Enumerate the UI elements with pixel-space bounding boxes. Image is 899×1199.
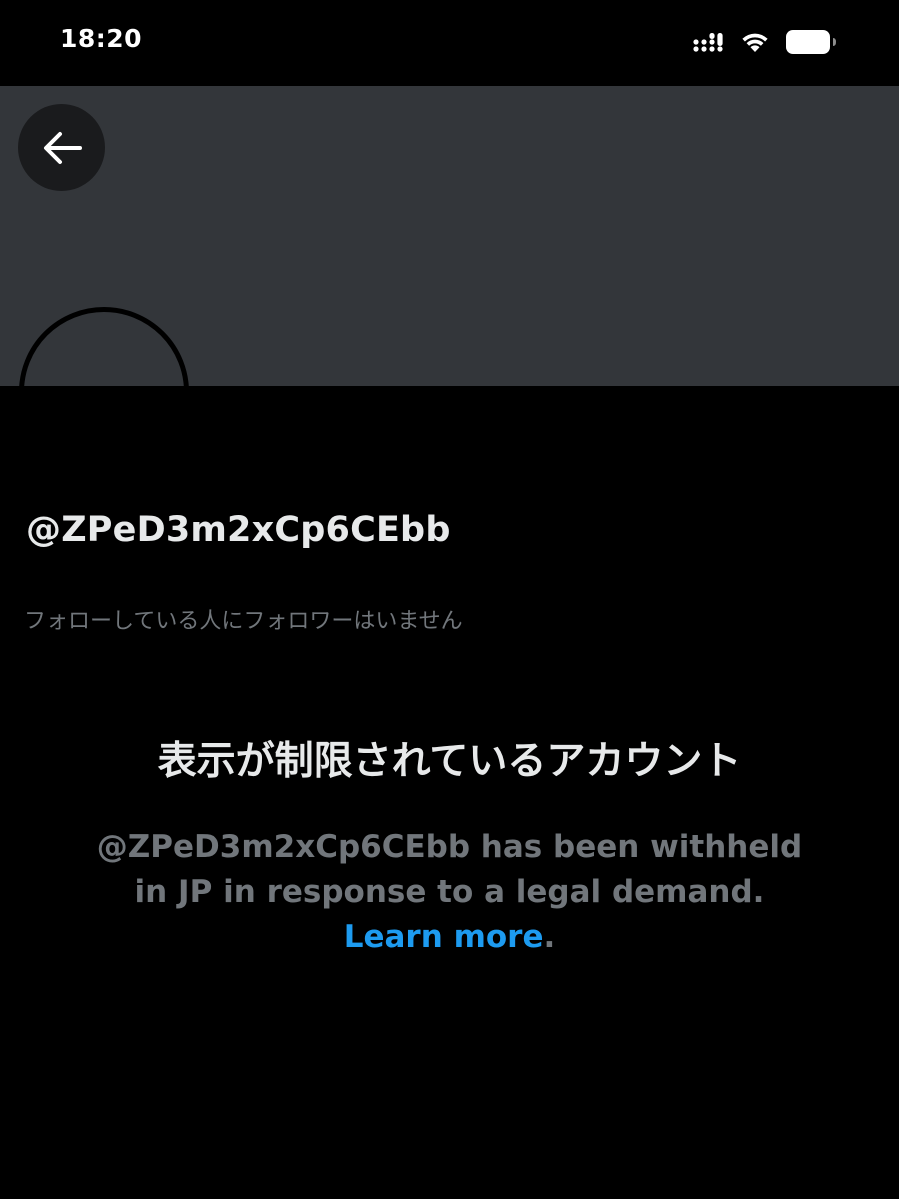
withheld-message-text: @ZPeD3m2xCp6CEbb has been withheld in JP… xyxy=(96,829,803,910)
profile-banner xyxy=(0,86,899,386)
follow-note: フォローしている人にフォロワーはいません xyxy=(24,609,463,634)
profile-handle: @ZPeD3m2xCp6CEbb xyxy=(26,510,451,550)
avatar[interactable] xyxy=(19,307,189,386)
status-time: 18:20 xyxy=(60,24,143,53)
withheld-title: 表示が制限されているアカウント xyxy=(157,739,742,784)
wifi-icon xyxy=(742,33,768,52)
learn-more-link[interactable]: Learn more xyxy=(344,919,544,955)
status-bar: 18:20 xyxy=(0,0,899,86)
back-arrow-icon xyxy=(43,131,82,164)
back-button[interactable] xyxy=(18,104,105,191)
withheld-message: @ZPeD3m2xCp6CEbb has been withheld in JP… xyxy=(90,825,809,960)
withheld-message-period: . xyxy=(543,919,556,955)
signal-icon xyxy=(693,33,723,52)
battery-icon xyxy=(786,30,836,54)
status-icons xyxy=(693,28,837,56)
